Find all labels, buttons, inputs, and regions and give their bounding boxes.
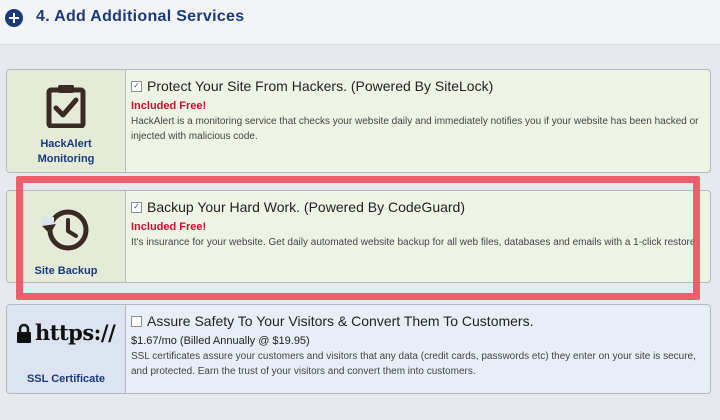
plus-circle-icon[interactable]: [5, 9, 23, 27]
service-card-hackalert: HackAlert Monitoring ✓ Protect Your Site…: [6, 69, 711, 173]
service-price: Included Free!: [131, 221, 207, 233]
service-label: Site Backup: [34, 265, 98, 277]
service-icon-panel: Site Backup: [7, 191, 126, 282]
service-title: Assure Safety To Your Visitors & Convert…: [147, 313, 534, 329]
service-label-line1: HackAlert: [40, 138, 92, 150]
service-price: Included Free!: [131, 100, 207, 112]
lock-icon: [17, 323, 31, 343]
service-card-site-backup: Site Backup ✓ Backup Your Hard Work. (Po…: [6, 190, 711, 283]
service-label: HackAlert Monitoring: [7, 137, 125, 167]
section-title: 4. Add Additional Services: [36, 8, 245, 25]
service-label: SSL Certificate: [26, 373, 106, 385]
history-clock-icon: [42, 209, 89, 251]
service-card-ssl: https:// SSL Certificate Assure Safety T…: [6, 304, 711, 394]
service-content: ✓ Backup Your Hard Work. (Powered By Cod…: [131, 199, 702, 250]
service-description: HackAlert is a monitoring service that c…: [131, 116, 699, 142]
service-label-line2: Monitoring: [37, 153, 95, 165]
service-checkbox[interactable]: [131, 315, 142, 327]
service-icon-panel: HackAlert Monitoring: [7, 70, 126, 172]
service-content: Assure Safety To Your Visitors & Convert…: [131, 313, 702, 379]
service-title: Backup Your Hard Work. (Powered By CodeG…: [147, 199, 466, 215]
service-description: It's insurance for your website. Get dai…: [131, 237, 699, 248]
service-checkbox[interactable]: ✓: [131, 80, 142, 92]
service-content: ✓ Protect Your Site From Hackers. (Power…: [131, 78, 702, 144]
section-header: 4. Add Additional Services: [0, 0, 720, 45]
service-checkbox[interactable]: ✓: [131, 201, 142, 213]
clipboard-check-icon: [46, 85, 86, 128]
https-logo: https://: [35, 320, 116, 345]
service-icon-panel: https:// SSL Certificate: [7, 305, 126, 393]
service-price: $1.67/mo (Billed Annually @ $19.95): [131, 335, 310, 347]
service-title: Protect Your Site From Hackers. (Powered…: [147, 78, 494, 94]
service-description: SSL certificates assure your customers a…: [131, 351, 696, 377]
